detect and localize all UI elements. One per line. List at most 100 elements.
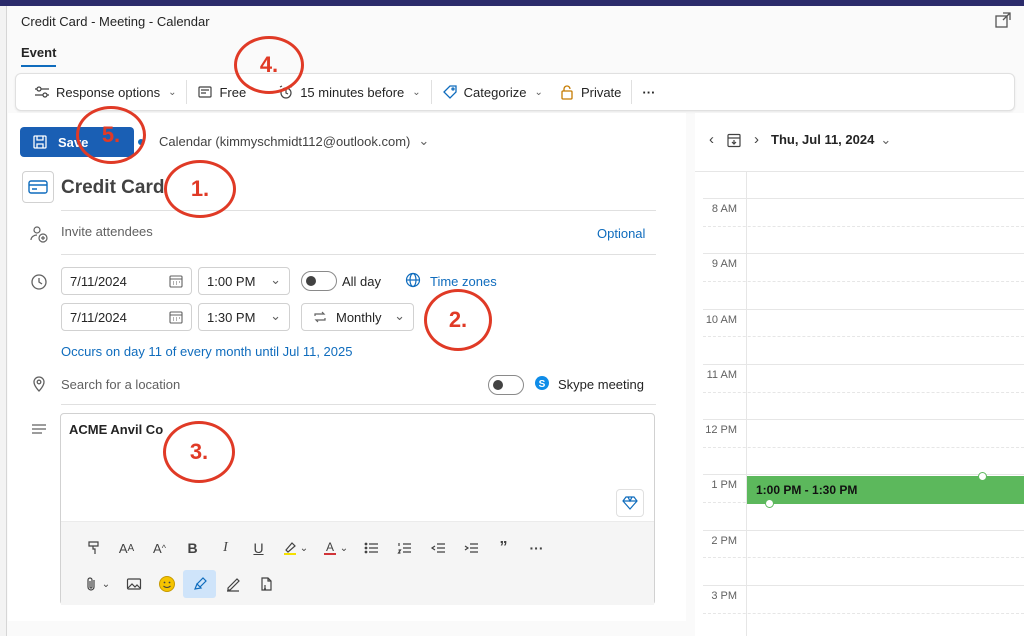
start-date-field[interactable]: 7/11/2024 xyxy=(61,267,192,295)
divider xyxy=(61,404,656,405)
time-grid[interactable]: 8 AM 9 AM 10 AM 11 AM 12 PM 1 PM 2 PM 3 … xyxy=(695,171,1024,636)
hour-line xyxy=(703,585,1024,586)
chevron-down-icon: ⌄ xyxy=(270,308,281,323)
chevron-down-icon: ⌄ xyxy=(418,133,430,148)
attach-icon[interactable]: ⌄ xyxy=(77,570,117,598)
italic-icon[interactable]: I xyxy=(209,534,242,562)
chevron-down-icon: ⌄ xyxy=(534,86,543,98)
numbering-icon[interactable] xyxy=(388,534,421,562)
resize-handle-top[interactable] xyxy=(978,472,987,481)
loop-component-button[interactable] xyxy=(616,489,644,517)
private-label: Private xyxy=(580,84,622,100)
time-zones-link[interactable]: Time zones xyxy=(430,274,497,289)
annotation-1: 1. xyxy=(164,160,236,218)
end-date-field[interactable]: 7/11/2024 xyxy=(61,303,192,331)
hour-line xyxy=(703,309,1024,310)
today-icon[interactable] xyxy=(726,132,742,148)
tag-icon xyxy=(442,85,457,99)
diamond-icon xyxy=(622,496,638,510)
font-color-icon[interactable]: A ⌄ xyxy=(315,534,355,562)
chevron-down-icon[interactable]: ⌄ xyxy=(880,132,891,148)
start-date-value: 7/11/2024 xyxy=(70,273,127,289)
annotation-5: 5. xyxy=(76,106,146,164)
hour-line xyxy=(703,253,1024,254)
popout-icon[interactable] xyxy=(994,11,1012,29)
tab-event[interactable]: Event xyxy=(21,45,57,67)
indent-icon[interactable] xyxy=(454,534,487,562)
more-icon[interactable]: ··· xyxy=(520,534,553,562)
highlight-icon[interactable]: ⌄ xyxy=(275,534,315,562)
calendar-select[interactable]: Calendar (kimmyschmidt112@outlook.com) ⌄ xyxy=(159,133,429,149)
more-options-button[interactable]: ··· xyxy=(634,78,663,106)
hour-label: 3 PM xyxy=(711,590,737,602)
skype-toggle[interactable] xyxy=(488,375,524,395)
quote-icon[interactable]: ” xyxy=(487,534,520,562)
underline-icon[interactable]: U xyxy=(242,534,275,562)
signature-icon[interactable] xyxy=(216,570,249,598)
hour-line xyxy=(703,364,1024,365)
private-button[interactable]: Private xyxy=(551,78,629,106)
categorize-button[interactable]: Categorize ⌄ xyxy=(434,78,551,106)
event-title-input[interactable]: Credit Card xyxy=(61,177,164,199)
half-hour-line xyxy=(703,613,1024,614)
calendar-date[interactable]: Thu, Jul 11, 2024 xyxy=(771,132,874,147)
font-grow-icon[interactable]: A ^ xyxy=(143,534,176,562)
half-hour-line xyxy=(703,392,1024,393)
chevron-right-icon[interactable]: › xyxy=(754,131,759,148)
svg-text:A: A xyxy=(326,540,334,554)
bullets-icon[interactable] xyxy=(355,534,388,562)
time-gutter xyxy=(746,172,747,636)
chevron-left-icon[interactable]: ‹ xyxy=(709,131,714,148)
editor-icon[interactable] xyxy=(183,570,216,598)
image-icon[interactable] xyxy=(117,570,150,598)
save-icon xyxy=(33,135,47,149)
half-hour-line xyxy=(703,281,1024,282)
start-time-field[interactable]: 1:00 PM ⌄ xyxy=(198,267,290,295)
recurrence-summary-link[interactable]: Occurs on day 11 of every month until Ju… xyxy=(61,344,352,359)
format-painter-icon[interactable] xyxy=(77,534,110,562)
outdent-icon[interactable] xyxy=(421,534,454,562)
end-date-value: 7/11/2024 xyxy=(70,309,127,325)
format-row-text: AA A ^ B I U ⌄ A ⌄ ” ··· xyxy=(77,534,553,562)
divider xyxy=(61,210,656,211)
all-day-toggle[interactable] xyxy=(301,271,337,291)
annotation-4: 4. xyxy=(234,36,304,94)
recurrence-dropdown[interactable]: Monthly ⌄ xyxy=(301,303,414,331)
bold-icon[interactable]: B xyxy=(176,534,209,562)
toolbar-divider xyxy=(430,80,432,104)
end-time-field[interactable]: 1:30 PM ⌄ xyxy=(198,303,290,331)
optional-link[interactable]: Optional xyxy=(597,226,645,241)
emoji-icon[interactable] xyxy=(150,570,183,598)
hour-label: 1 PM xyxy=(711,479,737,491)
all-day-label: All day xyxy=(342,274,382,289)
response-options-label: Response options xyxy=(56,84,161,100)
hour-label: 11 AM xyxy=(706,369,737,381)
resize-handle-bottom[interactable] xyxy=(765,499,774,508)
calendar-picker-icon[interactable] xyxy=(169,274,183,288)
dictate-icon[interactable] xyxy=(249,570,282,598)
chevron-down-icon: ⌄ xyxy=(168,86,177,98)
font-size-icon[interactable]: AA xyxy=(110,534,143,562)
invite-attendees-input[interactable]: Invite attendees xyxy=(61,224,153,239)
response-options-button[interactable]: Response options ⌄ xyxy=(26,78,184,106)
day-calendar: ‹ › Thu, Jul 11, 2024 ⌄ 8 AM 9 AM 10 AM … xyxy=(695,113,1024,636)
annotation-2: 2. xyxy=(424,289,492,351)
globe-icon xyxy=(405,272,421,288)
free-status-icon xyxy=(198,86,213,98)
hour-line xyxy=(703,474,1024,475)
title-bar: Credit Card - Meeting - Calendar xyxy=(7,6,1024,36)
half-hour-line xyxy=(703,447,1024,448)
hour-label: 9 AM xyxy=(711,258,737,270)
calendar-picker-icon[interactable] xyxy=(169,310,183,324)
clock-icon xyxy=(31,274,47,290)
people-add-icon xyxy=(30,226,48,243)
hour-label: 10 AM xyxy=(705,314,737,326)
body-text[interactable]: ACME Anvil Co xyxy=(69,422,163,437)
location-input[interactable]: Search for a location xyxy=(61,377,180,392)
event-body-editor[interactable]: ACME Anvil Co AA A ^ B I U ⌄ A ⌄ ” ··· ⌄ xyxy=(60,413,655,605)
event-type-button[interactable] xyxy=(22,171,54,203)
reminder-label: 15 minutes before xyxy=(300,84,405,100)
format-row-insert: ⌄ xyxy=(77,570,282,598)
end-time-value: 1:30 PM xyxy=(207,309,256,325)
free-label: Free xyxy=(219,84,247,100)
